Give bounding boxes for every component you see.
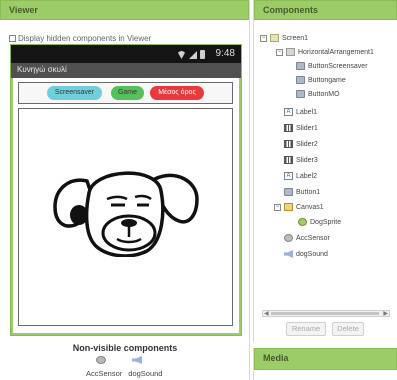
scroll-right-icon[interactable]: ▶ (383, 310, 388, 317)
game-button[interactable]: Game (111, 86, 144, 100)
tree-item-label: Label2 (296, 172, 318, 180)
tree-item-label: Label1 (296, 108, 318, 116)
signal-icon (189, 51, 197, 59)
button-icon (296, 62, 305, 70)
tree-item-accsensor[interactable]: AccSensor (284, 232, 330, 244)
non-visible-labels: AccSensor dogSound (86, 369, 162, 378)
screensaver-button[interactable]: Screensaver (47, 86, 102, 100)
battery-icon (200, 50, 205, 59)
slider-icon (284, 124, 293, 132)
tree-item-label: dogSound (296, 250, 328, 258)
tree-item-slider2[interactable]: Slider2 (284, 138, 318, 150)
checkbox-box[interactable] (9, 35, 16, 42)
tree-item-label: ButtonScreensaver (308, 62, 368, 70)
rename-button[interactable]: Rename (286, 322, 326, 336)
button-icon (296, 90, 305, 98)
tree-item-label: Slider3 (296, 156, 318, 164)
screen-title-bar: Κυνηγώ σκυλί (11, 63, 241, 78)
tree-item-canvas1[interactable]: − Canvas1 (274, 201, 324, 213)
canvas[interactable] (18, 108, 233, 326)
tree-item-label1[interactable]: A Label1 (284, 106, 317, 118)
viewer-header: Viewer (0, 0, 249, 20)
screen-title: Κυνηγώ σκυλί (17, 65, 67, 74)
slider-icon (284, 156, 293, 164)
tree-item-label: Button1 (296, 188, 321, 196)
mo-button[interactable]: Μέσος όρος (150, 86, 204, 100)
non-visible-title: Non-visible components (72, 343, 178, 353)
phone-preview: 9:48 Κυνηγώ σκυλί Screensaver Game Μέσος… (10, 44, 242, 336)
tree-item-label: Slider2 (296, 140, 318, 148)
collapse-toggle[interactable]: − (260, 34, 267, 42)
collapse-toggle[interactable]: − (274, 203, 281, 211)
dog-sprite-image[interactable] (51, 159, 201, 257)
tree-item-dogsprite[interactable]: DogSprite (298, 216, 341, 228)
scroll-left-icon[interactable]: ◀ (264, 310, 269, 317)
tree-item-button-mo[interactable]: ButtonMO (296, 88, 340, 100)
non-visible-item[interactable]: AccSensor (86, 369, 122, 378)
scroll-thumb[interactable] (271, 312, 379, 315)
delete-button[interactable]: Delete (332, 322, 364, 336)
canvas-icon (284, 203, 293, 211)
status-icons (177, 50, 205, 59)
display-hidden-checkbox[interactable]: Display hidden components in Viewer (9, 34, 151, 43)
viewer-title: Viewer (9, 5, 38, 15)
tree-item-horizontal-arrangement[interactable]: − HorizontalArrangement1 (276, 46, 374, 58)
tree-item-screen1[interactable]: − Screen1 (260, 32, 308, 44)
media-title: Media (263, 353, 289, 363)
tree-item-label: ButtonMO (308, 90, 340, 98)
label-icon: A (284, 172, 293, 180)
components-title: Components (263, 5, 318, 15)
accelerometer-icon[interactable] (96, 356, 106, 364)
sound-icon (284, 250, 293, 258)
button-icon (284, 188, 293, 196)
media-header: Media (254, 348, 397, 370)
display-hidden-label: Display hidden components in Viewer (18, 34, 152, 43)
tree-item-label: Screen1 (282, 34, 309, 42)
sprite-icon (298, 218, 307, 226)
tree-item-slider1[interactable]: Slider1 (284, 122, 318, 134)
horizontal-arrangement[interactable]: Screensaver Game Μέσος όρος (18, 82, 233, 104)
media-panel: Media (253, 348, 397, 380)
wifi-icon (177, 51, 186, 59)
components-panel: Components − Screen1 − HorizontalArrange… (253, 0, 397, 342)
tree-item-label: HorizontalArrangement1 (298, 48, 374, 56)
horizontal-scrollbar[interactable]: ◀ ▶ (262, 310, 390, 317)
tree-item-label: Slider1 (296, 124, 318, 132)
tree-item-button1[interactable]: Button1 (284, 186, 320, 198)
tree-item-label2[interactable]: A Label2 (284, 170, 317, 182)
viewer-panel: Viewer Display hidden components in View… (0, 0, 250, 380)
tree-item-buttongame[interactable]: Buttongame (296, 74, 346, 86)
collapse-toggle[interactable]: − (276, 48, 283, 56)
screen1-preview: Screensaver Game Μέσος όρος (13, 78, 239, 333)
status-bar: 9:48 (11, 45, 241, 63)
tree-item-button-screensaver[interactable]: ButtonScreensaver (296, 60, 368, 72)
screen-icon (270, 34, 279, 42)
accelerometer-icon (284, 234, 293, 242)
non-visible-item[interactable]: dogSound (128, 369, 162, 378)
arrangement-icon (286, 48, 295, 56)
tree-item-dogsound[interactable]: dogSound (284, 248, 328, 260)
label-icon: A (284, 108, 293, 116)
tree-item-label: DogSprite (310, 218, 342, 226)
status-time: 9:48 (215, 48, 235, 59)
tree-item-label: AccSensor (296, 234, 330, 242)
slider-icon (284, 140, 293, 148)
tree-item-slider3[interactable]: Slider3 (284, 154, 318, 166)
non-visible-icons (96, 356, 142, 364)
button-icon (296, 76, 305, 84)
components-header: Components (254, 0, 397, 20)
tree-item-label: Buttongame (308, 76, 346, 84)
tree-item-label: Canvas1 (296, 203, 324, 211)
sound-icon[interactable] (132, 356, 142, 364)
